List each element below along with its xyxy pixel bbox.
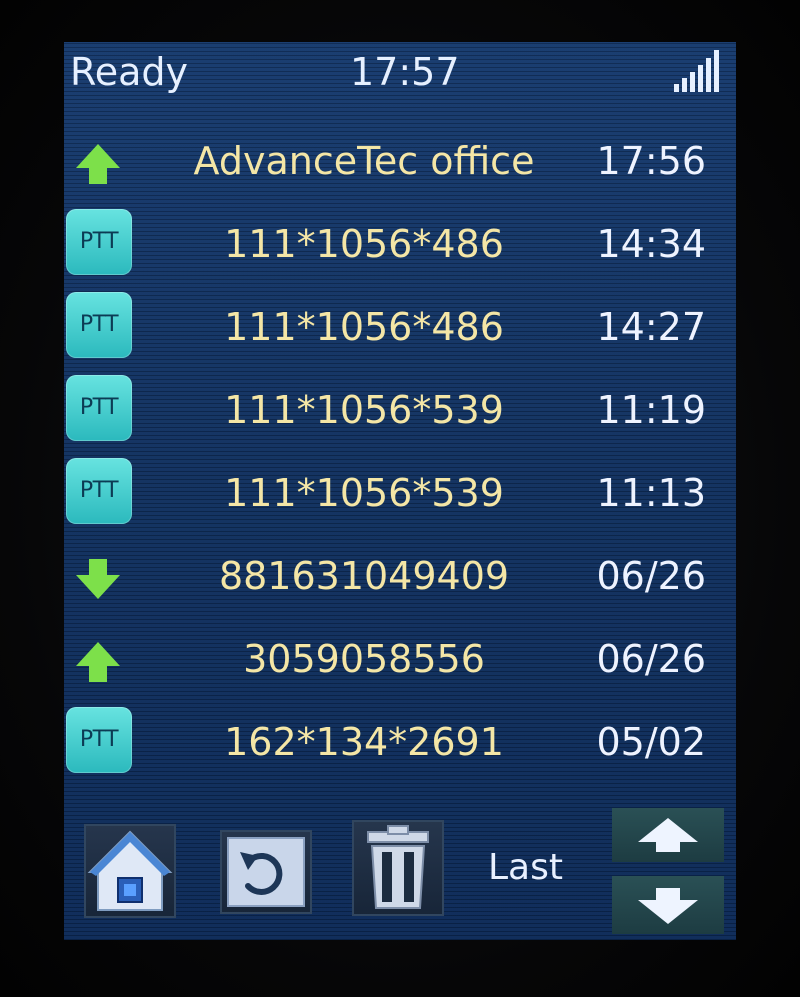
ptt-icon: PTT	[66, 707, 132, 773]
call-time: 14:27	[596, 305, 706, 349]
signal-strength-icon	[674, 50, 722, 92]
status-clock: 17:57	[350, 50, 460, 94]
call-contact-name: 111*1056*486	[224, 222, 504, 266]
ptt-icon: PTT	[66, 209, 132, 275]
scroll-down-button[interactable]	[612, 876, 724, 934]
bottom-toolbar: Last	[64, 804, 736, 940]
call-time: 17:56	[596, 139, 706, 183]
call-time: 06/26	[596, 637, 706, 681]
status-bar: Ready 17:57	[64, 42, 736, 102]
call-log-row[interactable]: PTT 111*1056*486 14:34	[64, 203, 736, 283]
call-log-row[interactable]: 881631049409 06/26	[64, 535, 736, 615]
outgoing-arrow-icon	[76, 642, 120, 682]
call-contact-name: 111*1056*539	[224, 471, 504, 515]
back-button[interactable]	[220, 830, 312, 914]
ptt-icon: PTT	[66, 375, 132, 441]
call-time: 11:13	[596, 471, 706, 515]
delete-button[interactable]	[352, 820, 444, 916]
call-time: 11:19	[596, 388, 706, 432]
arrow-down-icon	[638, 888, 698, 924]
call-log-row[interactable]: PTT 111*1056*539 11:13	[64, 452, 736, 532]
call-log-row[interactable]: 3059058556 06/26	[64, 618, 736, 698]
ptt-icon: PTT	[66, 292, 132, 358]
home-icon	[87, 830, 173, 911]
incoming-arrow-icon	[76, 559, 120, 599]
call-time: 14:34	[596, 222, 706, 266]
call-log-row[interactable]: PTT 162*134*2691 05/02	[64, 701, 736, 781]
call-time: 06/26	[596, 554, 706, 598]
ptt-icon: PTT	[66, 458, 132, 524]
call-contact-name: AdvanceTec office	[193, 139, 535, 183]
call-contact-name: 111*1056*539	[224, 388, 504, 432]
status-text: Ready	[70, 50, 188, 94]
call-log-row[interactable]: AdvanceTec office 17:56	[64, 120, 736, 200]
call-time: 05/02	[596, 720, 706, 764]
call-contact-name: 162*134*2691	[224, 720, 504, 764]
scroll-up-button[interactable]	[612, 808, 724, 862]
home-button[interactable]	[84, 824, 176, 918]
back-icon	[227, 837, 305, 907]
last-label[interactable]: Last	[488, 846, 563, 890]
arrow-up-icon	[638, 818, 698, 852]
outgoing-arrow-icon	[76, 144, 120, 184]
call-contact-name: 111*1056*486	[224, 305, 504, 349]
call-contact-name: 3059058556	[243, 637, 485, 681]
phone-screen: Ready 17:57 AdvanceTec office 17:56 PTT …	[64, 42, 736, 940]
call-contact-name: 881631049409	[218, 554, 510, 598]
trash-icon	[367, 825, 429, 909]
call-log-row[interactable]: PTT 111*1056*486 14:27	[64, 286, 736, 366]
call-log-row[interactable]: PTT 111*1056*539 11:19	[64, 369, 736, 449]
